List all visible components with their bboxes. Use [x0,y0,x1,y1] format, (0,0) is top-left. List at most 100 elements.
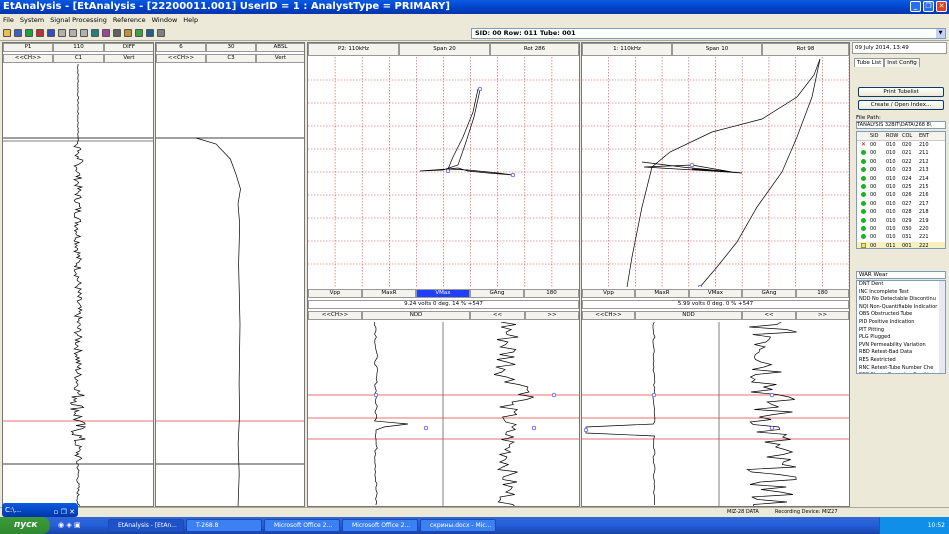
filepath-field[interactable]: TANALYSIS 32BIT\DATA\268 8\ [856,121,946,129]
menu-signal-processing[interactable]: Signal Processing [47,16,110,24]
col-ent[interactable]: ENT [919,132,939,140]
tube-row[interactable]: 00 010 023 213 [857,166,945,174]
code-item[interactable]: RES Restricted [857,357,945,365]
lis2-prev-button[interactable]: << [742,311,796,320]
code-item[interactable]: RNC Retest-Tube Number Che [857,365,945,373]
code-item[interactable]: PVN Permeability Variation [857,342,945,350]
lissajous-panel-2[interactable]: 1: 110kHz Span 10 Rot 98 Vpp MaxR VMax G… [581,42,850,507]
strip1-ch-button[interactable]: <<CH>> [3,54,53,63]
strip-chart-1[interactable]: P1 110 DIFF <<CH>> C1 Vert [2,42,154,507]
code-item[interactable]: PID Positive Indication [857,319,945,327]
strip-chart-2[interactable]: 6 30 ABSL <<CH>> C3 Vert [155,42,305,507]
menu-help[interactable]: Help [180,16,201,24]
grey-icon[interactable] [80,29,88,37]
tube-row[interactable]: 00 010 025 215 [857,183,945,191]
k-icon[interactable] [25,29,33,37]
tube-row[interactable]: 00 010 024 214 [857,175,945,183]
tube-row[interactable]: 00 010 028 218 [857,208,945,216]
code-list-scrollbar[interactable] [939,281,945,373]
col-sid[interactable]: SID [870,132,886,140]
lis2-angle[interactable]: 180 [796,289,849,298]
lis1-vpp-button[interactable]: Vpp [308,289,362,298]
tube-row[interactable]: 00 010 021 211 [857,149,945,157]
task-etanalysis[interactable]: EtAnalysis - [EtAn... [108,519,184,532]
create-index-button[interactable]: Create / Open Index... [858,100,944,110]
restore-button[interactable]: ❐ [923,1,934,12]
code-item[interactable]: INC Incomplete Test [857,289,945,297]
strip1-probe[interactable]: P1 [3,43,53,52]
code-list[interactable]: DNT Dent INC Incomplete Test NDD No Detect… [856,280,946,374]
grey-icon[interactable] [58,29,66,37]
p-icon[interactable] [102,29,110,37]
menu-reference[interactable]: Reference [110,16,149,24]
code-item[interactable]: OBS Obstructed Tube [857,311,945,319]
tube-list-table[interactable]: SID ROW COL ENT ✕ 00 010 020 210 00 010 021 211 0… [856,131,946,249]
tube-row[interactable]: 00 010 030 220 [857,225,945,233]
tube-row[interactable]: 00 010 026 216 [857,191,945,199]
code-item[interactable]: SCC Stress Corrosion Crackin [857,372,945,373]
print-tubelist-button[interactable]: Print Tubelist [858,87,944,97]
lis2-code-button[interactable]: NDD [635,311,742,320]
code-item[interactable]: NQI Non-Quantifiable Indicatior [857,304,945,312]
col-col[interactable]: COL [902,132,919,140]
grid-icon[interactable] [135,29,143,37]
minimize-button[interactable]: _ [910,1,921,12]
task-docx[interactable]: скрины.docx - Mic... [420,519,496,532]
plugin-icon[interactable] [124,29,132,37]
code-item[interactable]: PLG Plugged [857,334,945,342]
strip2-freq[interactable]: 30 [206,43,256,52]
tube-row[interactable]: 00 010 022 212 [857,158,945,166]
lis1-plot[interactable] [308,57,579,287]
grey-icon[interactable] [69,29,77,37]
task-office-1[interactable]: Microsoft Office 2... [264,519,340,532]
code-item[interactable]: DNT Dent [857,281,945,289]
lis2-vpp-button[interactable]: Vpp [582,289,635,298]
strip2-mode[interactable]: ABSL [256,43,304,52]
code-item[interactable]: PIT Pitting [857,327,945,335]
menu-file[interactable]: File [0,16,17,24]
lis1-maxr-button[interactable]: MaxR [362,289,416,298]
lis2-vmax-button[interactable]: VMax [689,289,742,298]
zoom-icon[interactable] [146,29,154,37]
tube-row[interactable]: 00 011 001 222 [857,241,945,248]
strip2-ch-button[interactable]: <<CH>> [156,54,206,63]
lis2-plot[interactable] [582,57,849,287]
lis1-freq[interactable]: P2: 110kHz [308,43,399,56]
x-icon[interactable] [91,29,99,37]
tab-inst-config[interactable]: Inst Config [884,58,920,67]
lis2-maxr-button[interactable]: MaxR [635,289,689,298]
quick-launch-icon[interactable]: ◉ ◈ ▣ [58,521,81,529]
tube-row[interactable]: 00 010 031 221 [857,233,945,241]
task-office-2[interactable]: Microsoft Office 2... [342,519,418,532]
code-item[interactable]: RBD Retest-Bad Data [857,349,945,357]
code-input[interactable]: WAR Wear [856,271,946,279]
save-icon[interactable] [14,29,22,37]
tube-row[interactable]: 00 010 027 217 [857,200,945,208]
strip1-mode[interactable]: DIFF [104,43,153,52]
lis1-ch-button[interactable]: <<CH>> [308,311,362,320]
task-t268[interactable]: T-268.8 [186,519,262,532]
lis2-freq[interactable]: 1: 110kHz [582,43,672,56]
lis1-rot[interactable]: Rot 286 [490,43,579,56]
start-button[interactable]: пуск [0,517,50,534]
tube-row[interactable]: ✕ 00 010 020 210 [857,141,945,149]
lis1-prev-button[interactable]: << [470,311,525,320]
menu-window[interactable]: Window [149,16,181,24]
lis1-vmax-button[interactable]: VMax [416,289,470,298]
sid-selector[interactable]: SID: 00 Row: 011 Tube: 001 ▼ [471,28,946,39]
strip2-probe[interactable]: 6 [156,43,206,52]
minimized-window[interactable]: C:\... ▫ ❐ ✕ [2,503,78,517]
tool-icon[interactable] [157,29,165,37]
strip1-freq[interactable]: 110 [53,43,104,52]
lis2-gang-button[interactable]: GAng [742,289,796,298]
close-button[interactable]: ✕ [936,1,947,12]
strip2-channel[interactable]: C3 [206,54,256,63]
open-icon[interactable] [3,29,11,37]
lis1-code-button[interactable]: NDD [362,311,470,320]
code-item[interactable]: NDD No Detectable Discontinu [857,296,945,304]
r-icon[interactable] [36,29,44,37]
tab-tube-list[interactable]: Tube List [854,58,885,67]
lis2-span[interactable]: Span 10 [672,43,762,56]
lis2-rot[interactable]: Rot 98 [762,43,849,56]
strip2-orient[interactable]: Vert [256,54,304,63]
